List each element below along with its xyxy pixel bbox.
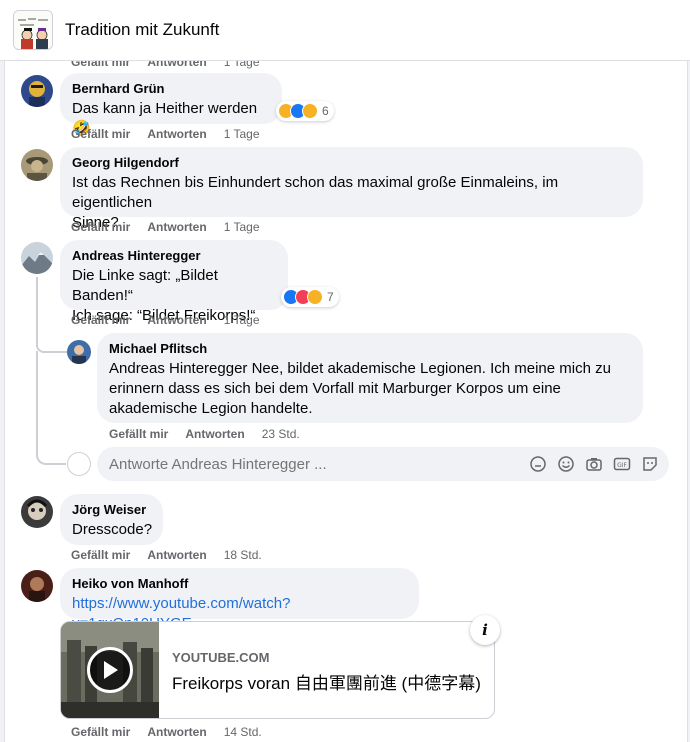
group-avatar[interactable] [13,10,53,50]
like-link[interactable]: Gefällt mir [71,220,130,234]
comment-text: Dresscode? [72,521,153,538]
timestamp[interactable]: 1 Tage [224,313,260,327]
like-link[interactable]: Gefällt mir [71,313,130,327]
comment-actions: Gefällt mir Antworten 1 Tage [71,313,260,327]
comment-actions: Gefällt mir Antworten 18 Std. [71,548,262,562]
comment-author[interactable]: Georg Hilgendorf [72,155,631,171]
comment-bubble: Bernhard Grün Das kann ja Heither werden… [60,73,282,137]
like-link[interactable]: Gefällt mir [109,427,168,441]
sticker-icon[interactable] [529,455,547,473]
comment-bubble: Heiko von Manhoff https://www.youtube.co… [60,568,419,632]
comment-actions: Gefällt mir Antworten 1 Tage [71,127,260,141]
care-icon [302,103,318,119]
like-link[interactable]: Gefällt mir [71,127,130,141]
comment-author[interactable]: Andreas Hinteregger [72,248,276,264]
avatar[interactable] [21,149,53,181]
thread-line [36,277,38,347]
comment-text-line: Die Linke sagt: „Bildet Banden!“ [72,267,218,304]
reply-text-line: akademische Legion handelte. [109,400,313,417]
reply-text-line: erinnern dass es sich bei dem Vorfall mi… [109,380,561,397]
avatar[interactable] [21,242,53,274]
timestamp[interactable]: 1 Tage [224,220,260,234]
preview-title[interactable]: Freikorps voran 自由軍團前進 (中德字幕) [172,669,481,694]
video-thumbnail[interactable] [61,622,159,718]
comment-actions: Gefällt mir Antworten 14 Std. [71,725,262,739]
comment-author[interactable]: Heiko von Manhoff [72,576,407,592]
reply-input[interactable] [109,455,509,473]
group-title[interactable]: Tradition mit Zukunft [65,20,219,40]
comment-actions: Gefällt mir Antworten 1 Tage [71,61,260,69]
timestamp[interactable]: 14 Std. [224,725,262,739]
timestamp[interactable]: 18 Std. [224,548,262,562]
comment-actions: Gefällt mir Antworten 1 Tage [71,220,260,234]
reply-link[interactable]: Antworten [147,127,206,141]
reply-link[interactable]: Antworten [147,548,206,562]
emoji-icon[interactable] [557,455,575,473]
group-header: Tradition mit Zukunft [0,0,690,61]
reaction-summary[interactable]: 6 [276,101,334,121]
like-link[interactable]: Gefällt mir [71,548,130,562]
thread-connector [36,451,66,465]
reply-link[interactable]: Antworten [185,427,244,441]
reaction-summary[interactable]: 7 [281,287,339,307]
like-link[interactable]: Gefällt mir [71,725,130,739]
comment-feed[interactable]: Gefällt mir Antworten 1 Tage Bernhard Gr… [4,61,688,742]
avatar[interactable] [21,570,53,602]
reaction-count: 7 [327,290,334,304]
comment-bubble: Georg Hilgendorf Ist das Rechnen bis Ein… [60,147,643,231]
avatar-sticker-icon[interactable] [641,455,659,473]
reply-author[interactable]: Michael Pflitsch [109,341,631,357]
svg-text:GIF: GIF [617,462,627,469]
camera-icon[interactable] [585,455,603,473]
timestamp[interactable]: 23 Std. [262,427,300,441]
reply-bubble: Michael Pflitsch Andreas Hinteregger Nee… [97,333,643,423]
reply-link[interactable]: Antworten [147,725,206,739]
my-avatar [67,452,91,476]
thread-connector [36,345,68,353]
timestamp[interactable]: 1 Tage [224,61,260,69]
avatar[interactable] [21,75,53,107]
reply-link[interactable]: Antworten [147,313,206,327]
avatar[interactable] [21,496,53,528]
reply-link[interactable]: Antworten [147,61,206,69]
play-icon[interactable] [87,647,133,693]
like-link[interactable]: Gefällt mir [71,61,130,69]
care-icon [307,289,323,305]
reply-composer[interactable]: GIF [97,447,669,481]
reply-link[interactable]: Antworten [147,220,206,234]
reply-actions: Gefällt mir Antworten 23 Std. [109,427,300,441]
link-preview-card[interactable]: YOUTUBE.COM Freikorps voran 自由軍團前進 (中德字幕… [60,621,495,719]
gif-icon[interactable]: GIF [613,455,631,473]
thread-line [36,351,38,455]
reply-text-line: Andreas Hinteregger Nee, bildet akademis… [109,360,611,377]
reaction-count: 6 [322,104,329,118]
preview-domain: YOUTUBE.COM [172,650,270,665]
comment-text-line: Ist das Rechnen bis Einhundert schon das… [72,174,559,211]
comment-bubble: Andreas Hinteregger Die Linke sagt: „Bil… [60,240,288,324]
avatar[interactable] [67,340,91,364]
timestamp[interactable]: 1 Tage [224,127,260,141]
comment-bubble: Jörg Weiser Dresscode? [60,494,163,545]
info-icon[interactable]: i [470,615,500,645]
comment-author[interactable]: Bernhard Grün [72,81,270,97]
comment-author[interactable]: Jörg Weiser [72,502,151,518]
